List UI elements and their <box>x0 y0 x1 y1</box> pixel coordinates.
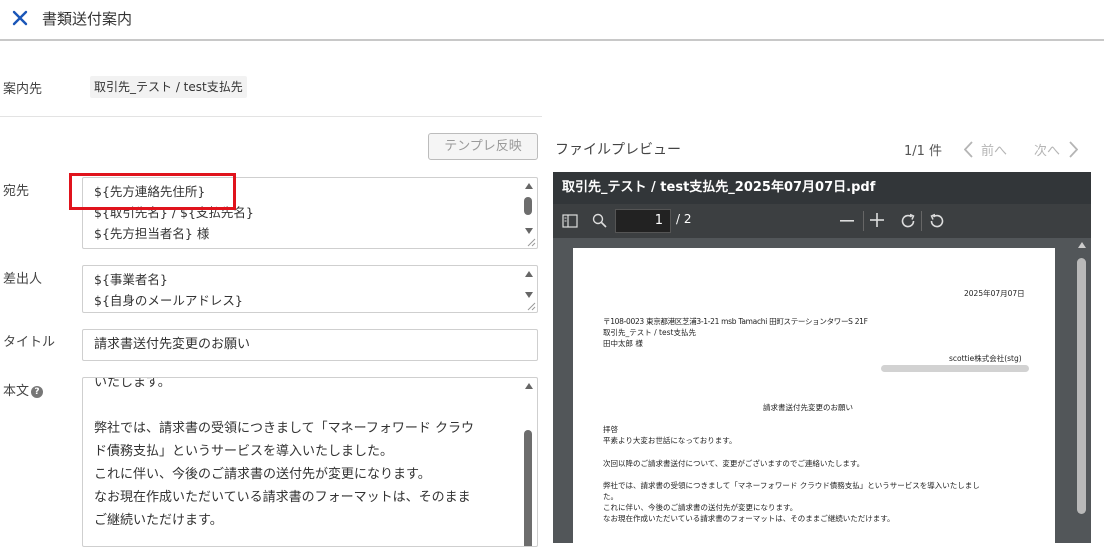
doc-address: 〒108-0023 東京都港区芝浦3-1-21 msb Tamachi 田町ステ… <box>603 317 868 326</box>
scrollbar[interactable] <box>523 268 535 298</box>
chevron-left-icon[interactable] <box>964 141 973 158</box>
scroll-up-icon[interactable] <box>525 183 533 189</box>
apply-template-button[interactable]: テンプレ反映 <box>428 133 538 160</box>
next-button[interactable]: 次へ <box>1034 140 1060 159</box>
doc-to-company: 取引先_テスト / test支払先 <box>603 328 696 337</box>
resize-handle-icon[interactable] <box>526 237 536 247</box>
body-label-wrap: 本文? <box>3 380 44 399</box>
doc-paragraph: これに伴い、今後のご請求書の送付先が変更になります。 <box>603 503 798 512</box>
resize-handle-icon[interactable] <box>526 301 536 311</box>
body-line: ご継続いただけます。 <box>94 513 223 528</box>
blurred-email <box>881 365 1029 372</box>
doc-paragraph: た。 <box>603 492 618 501</box>
modal-header: 書類送付案内 <box>0 0 1104 41</box>
doc-date: 2025年07月07日 <box>964 289 1025 298</box>
body-line: これに伴い、今後のご請求書の送付先が変更になります。 <box>94 467 431 482</box>
body-textarea[interactable]: いたします。 弊社では、請求書の受領につきまして「マネーフォワード クラウ ド債… <box>82 377 538 547</box>
page-title: 書類送付案内 <box>42 10 133 28</box>
rotate-icon[interactable] <box>929 213 945 229</box>
scroll-down-icon[interactable] <box>525 228 533 234</box>
doc-paragraph: 弊社では、請求書の受領につきまして「マネーフォワード クラウド債務支払」というサ… <box>603 481 980 490</box>
pdf-scrollbar[interactable] <box>1073 238 1091 543</box>
doc-to-person: 田中太郎 様 <box>603 339 643 348</box>
page-number-input[interactable]: 1 <box>615 209 671 233</box>
body-line: ド債務支払」というサービスを導入いたしました。 <box>94 444 394 459</box>
doc-greeting: 拝啓 <box>603 425 618 434</box>
divider <box>0 116 542 117</box>
scroll-up-icon[interactable] <box>525 271 533 277</box>
fit-page-icon[interactable] <box>900 213 916 229</box>
prev-button[interactable]: 前へ <box>981 140 1007 159</box>
sender-line: ${自身のメールアドレス} <box>94 293 243 308</box>
body-label: 本文 <box>3 384 30 399</box>
page-total: / 2 <box>676 212 692 226</box>
pdf-filename: 取引先_テスト / test支払先_2025年07月07日.pdf <box>553 172 1091 204</box>
scrollbar[interactable] <box>523 380 535 546</box>
scroll-thumb[interactable] <box>524 430 532 546</box>
toolbar-divider <box>863 211 864 231</box>
chevron-right-icon[interactable] <box>1069 141 1078 158</box>
body-line: なお現在作成いただいている請求書のフォーマットは、そのまま <box>94 490 471 505</box>
body-line <box>94 394 474 417</box>
scroll-up-icon[interactable] <box>1078 242 1086 248</box>
zoom-out-icon[interactable] <box>840 220 854 222</box>
sender-line: ${事業者名} <box>94 272 168 287</box>
to-label: 宛先 <box>3 184 30 199</box>
doc-subject: 請求書送付先変更のお願い <box>763 403 853 412</box>
file-count: 1/1 件 <box>904 144 943 159</box>
to-line: ${先方担当者名} 様 <box>94 226 210 241</box>
sidebar-toggle-icon[interactable] <box>562 214 578 228</box>
recipient-chip: 取引先_テスト / test支払先 <box>90 76 247 98</box>
highlight-box <box>69 173 236 210</box>
doc-from-company: scottie株式会社(stg) <box>949 354 1022 363</box>
doc-paragraph: 次回以降のご請求書送付について、変更がございますのでご連絡いたします。 <box>603 459 865 468</box>
sender-textarea[interactable]: ${事業者名} ${自身のメールアドレス} <box>82 265 538 313</box>
doc-paragraph: なお現在作成いただいている請求書のフォーマットは、そのままご継続いただけます。 <box>603 514 895 523</box>
scroll-up-icon[interactable] <box>525 383 533 389</box>
toolbar-divider <box>921 211 922 231</box>
pdf-viewer: 取引先_テスト / test支払先_2025年07月07日.pdf 1 / 2 <box>553 172 1091 543</box>
pdf-toolbar: 1 / 2 <box>553 204 1091 238</box>
sender-label: 差出人 <box>3 272 43 287</box>
title-input[interactable]: 請求書送付先変更のお願い <box>82 329 538 361</box>
help-icon[interactable]: ? <box>31 385 44 398</box>
doc-paragraph: 平素より大変お世話になっております。 <box>603 436 737 445</box>
scrollbar[interactable] <box>523 180 535 234</box>
recipient-label: 案内先 <box>3 82 43 97</box>
scroll-thumb[interactable] <box>524 197 532 215</box>
body-line: いたします。 <box>94 377 171 390</box>
scroll-thumb[interactable] <box>1077 258 1086 514</box>
zoom-in-icon[interactable] <box>870 213 884 227</box>
scroll-down-icon[interactable] <box>525 292 533 298</box>
preview-title: ファイルプレビュー <box>555 142 681 158</box>
search-icon[interactable] <box>592 213 607 228</box>
pdf-page: 2025年07月07日 〒108-0023 東京都港区芝浦3-1-21 msb … <box>573 248 1055 543</box>
title-label: タイトル <box>3 335 56 350</box>
body-line: 弊社では、請求書の受領につきまして「マネーフォワード クラウ <box>94 421 474 436</box>
close-icon[interactable] <box>11 9 29 27</box>
